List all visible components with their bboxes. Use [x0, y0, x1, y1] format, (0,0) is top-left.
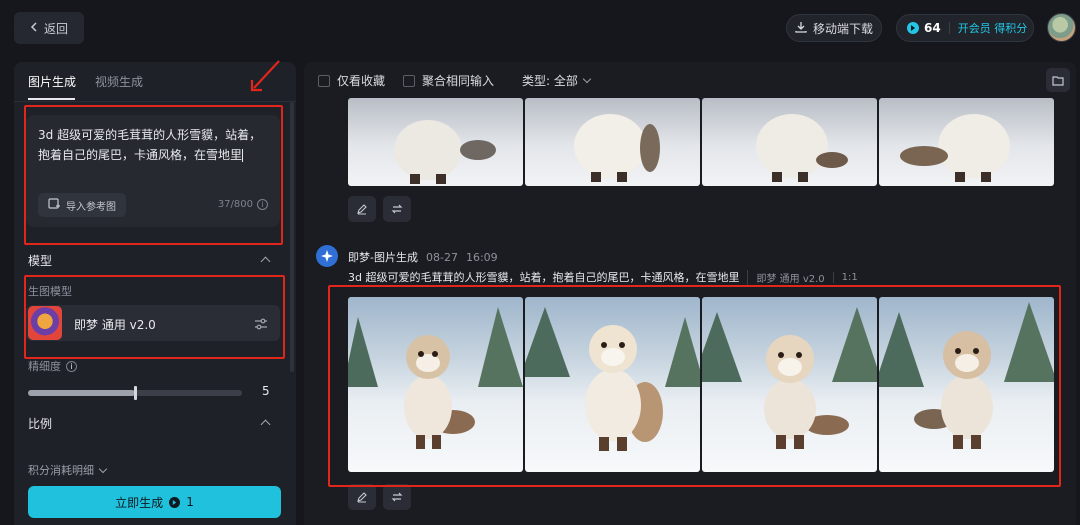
detail-slider[interactable] — [28, 386, 242, 400]
fav-only-label: 仅看收藏 — [337, 74, 386, 88]
credit-coin-icon — [907, 22, 919, 34]
generated-image[interactable] — [879, 98, 1054, 186]
chevron-left-icon — [30, 21, 38, 35]
generation-prompt[interactable]: 3d 超级可爱的毛茸茸的人形雪貘，站着，抱着自己的尾巴，卡通风格，在雪地里 — [348, 269, 739, 285]
generation-date: 08-27 — [425, 250, 458, 264]
annotation-arrow-icon — [250, 60, 280, 92]
download-label: 移动端下载 — [812, 21, 873, 36]
credits-value: 64 — [924, 21, 941, 35]
detail-label-row: 精细度 i — [28, 358, 77, 374]
cost-details-toggle[interactable]: 积分消耗明细 — [28, 462, 108, 478]
membership-link[interactable]: 开会员 得积分 — [958, 20, 1028, 36]
generation-title: 即梦-图片生成 — [348, 251, 418, 264]
left-scrollbar[interactable] — [290, 102, 294, 372]
generation-time: 16:09 — [465, 250, 498, 264]
previous-image-grid — [348, 98, 1054, 186]
generate-label: 立即生成 — [115, 495, 164, 510]
pencil-icon — [356, 488, 368, 507]
generated-image[interactable] — [702, 98, 877, 186]
info-icon[interactable]: i — [66, 360, 77, 372]
regenerate-button[interactable] — [383, 484, 411, 510]
highlight-model-box — [24, 275, 285, 359]
generate-button[interactable]: 立即生成 1 — [28, 486, 281, 518]
credits-badge[interactable]: 64 开会员 得积分 — [896, 14, 1034, 42]
type-filter-dropdown[interactable]: 类型: 全部 — [522, 72, 578, 89]
chevron-down-icon — [98, 464, 108, 473]
slider-handle[interactable] — [134, 386, 137, 400]
highlight-results-box — [328, 285, 1061, 487]
ratio-section-title: 比例 — [28, 417, 53, 431]
generation-header: 即梦-图片生成 08-27 16:09 — [348, 249, 498, 265]
divider — [14, 101, 296, 102]
edit-button[interactable] — [348, 196, 376, 222]
mobile-download-button[interactable]: 移动端下载 — [786, 14, 882, 42]
highlight-prompt-box — [24, 105, 283, 245]
divider — [948, 22, 950, 34]
slider-fill — [28, 390, 135, 396]
generated-image[interactable] — [525, 98, 700, 186]
model-tag: 即梦 通用 v2.0 — [747, 269, 825, 285]
merge-inputs-label: 聚合相同输入 — [422, 74, 495, 88]
folder-button[interactable] — [1046, 68, 1070, 92]
folder-icon — [1052, 71, 1064, 90]
tab-video-generation[interactable]: 视频生成 — [95, 73, 143, 90]
refresh-icon — [391, 200, 403, 219]
tab-image-generation[interactable]: 图片生成 — [28, 73, 76, 90]
regenerate-button[interactable] — [383, 196, 411, 222]
model-section-title: 模型 — [28, 254, 53, 268]
user-avatar[interactable] — [1047, 13, 1076, 42]
chevron-up-icon[interactable] — [260, 256, 271, 267]
generated-image[interactable] — [348, 98, 523, 186]
edit-button[interactable] — [348, 484, 376, 510]
chevron-up-icon[interactable] — [260, 419, 271, 430]
credit-coin-icon — [169, 496, 181, 508]
ratio-tag: 1:1 — [832, 271, 858, 283]
filter-bar: 仅看收藏 聚合相同输入 类型: 全部 — [318, 72, 592, 89]
back-button[interactable]: 返回 — [14, 12, 84, 44]
detail-label: 精细度 — [28, 360, 61, 373]
ai-logo-icon — [316, 245, 338, 267]
chevron-down-icon — [582, 74, 592, 84]
generation-prompt-row: 3d 超级可爱的毛茸茸的人形雪貘，站着，抱着自己的尾巴，卡通风格，在雪地里 即梦… — [348, 269, 858, 285]
generate-cost: 1 — [186, 495, 194, 509]
fav-only-checkbox[interactable] — [318, 74, 330, 87]
active-tab-indicator — [28, 98, 75, 100]
download-icon — [795, 21, 807, 36]
merge-inputs-checkbox[interactable] — [403, 74, 416, 87]
detail-value: 5 — [262, 384, 270, 398]
back-label: 返回 — [43, 21, 68, 36]
cost-details-label: 积分消耗明细 — [28, 464, 94, 477]
refresh-icon — [391, 488, 403, 507]
pencil-icon — [356, 200, 368, 219]
